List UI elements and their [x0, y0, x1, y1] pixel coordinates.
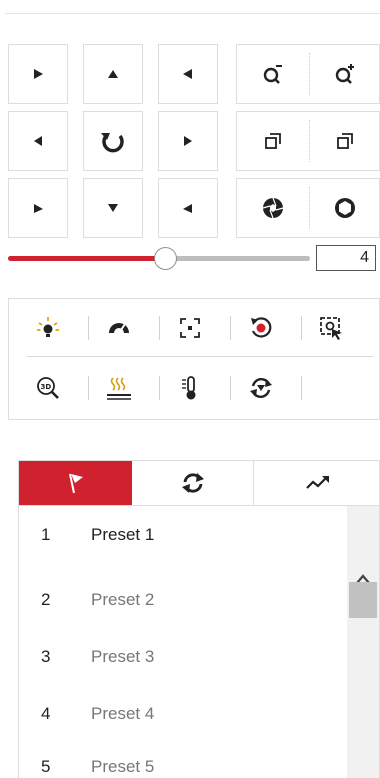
- preset-number: 3: [41, 647, 51, 666]
- refresh-icon: [181, 473, 204, 493]
- auxiliary-focus-button[interactable]: [175, 313, 205, 343]
- trend-line-icon: [305, 476, 329, 489]
- auto-pan-button[interactable]: [83, 111, 143, 171]
- triangle-up-icon: [108, 70, 118, 78]
- preset-name: Preset 1: [91, 525, 155, 544]
- pan-right-button[interactable]: [158, 111, 218, 171]
- preset-name: Preset 5: [91, 757, 155, 776]
- ptz-tabs: [18, 460, 380, 505]
- preset-row[interactable]: 5 Preset 5: [19, 757, 347, 778]
- iris-close-icon: [262, 197, 284, 219]
- preset-row[interactable]: 4 Preset 4: [19, 704, 347, 742]
- triangle-left-icon: [183, 69, 192, 79]
- one-touch-patrol-icon: [250, 377, 272, 399]
- temperature-button[interactable]: [175, 373, 205, 403]
- preset-list: 1 Preset 1 2 Preset 2 3 Preset 3 4 Prese…: [18, 505, 380, 778]
- speed-value: 4: [316, 245, 376, 271]
- manual-tracking-icon: [320, 317, 342, 340]
- preset-name: Preset 2: [91, 590, 155, 609]
- triangle-up-icon: [34, 204, 43, 213]
- focus-near-icon: [265, 133, 281, 149]
- zoom-out-button[interactable]: [237, 45, 309, 103]
- preset-name: Preset 4: [91, 704, 155, 723]
- one-touch-patrol-button[interactable]: [246, 373, 276, 403]
- iris-open-icon: [335, 198, 355, 218]
- iris-close-button[interactable]: [237, 179, 309, 237]
- preset-row[interactable]: 1 Preset 1: [19, 525, 347, 563]
- focus-control-group: [236, 111, 380, 171]
- svg-text:3D: 3D: [41, 383, 52, 391]
- focus-near-button[interactable]: [237, 112, 309, 170]
- light-icon: [37, 317, 59, 337]
- heater-icon: [107, 377, 131, 400]
- scroll-thumb[interactable]: [349, 582, 377, 618]
- function-row-divider: [27, 356, 373, 357]
- triangle-up-left-icon: [183, 204, 192, 213]
- pan-up-right-button[interactable]: [158, 44, 218, 104]
- 3d-positioning-icon: 3D: [37, 377, 59, 399]
- rotate-icon: [101, 133, 124, 153]
- pan-left-button[interactable]: [8, 111, 68, 171]
- preset-number: 5: [41, 757, 51, 776]
- tab-patrol[interactable]: [132, 461, 254, 505]
- triangle-right-icon: [184, 136, 192, 146]
- zoom-in-icon: [335, 64, 354, 84]
- ptz-control-panel: 4 3D 1 Preset 1 2 Preset 2 3 Preset 3 4 …: [0, 0, 380, 778]
- preset-name: Preset 3: [91, 647, 155, 666]
- preset-row[interactable]: 3 Preset 3: [19, 647, 347, 685]
- list-scrollbar[interactable]: [347, 506, 379, 778]
- 3d-positioning-button[interactable]: 3D: [33, 373, 63, 403]
- iris-control-group: [236, 178, 380, 238]
- preset-number: 2: [41, 590, 51, 609]
- function-panel: 3D: [8, 298, 380, 420]
- tab-preset[interactable]: [19, 461, 132, 505]
- slider-thumb[interactable]: [154, 247, 178, 270]
- auxiliary-focus-icon: [180, 318, 200, 338]
- zoom-control-group: [236, 44, 380, 104]
- iris-open-button[interactable]: [309, 179, 380, 237]
- tilt-down-button[interactable]: [83, 178, 143, 238]
- heater-button[interactable]: [104, 373, 134, 403]
- pan-down-right-button[interactable]: [158, 178, 218, 238]
- lens-initialization-icon: [251, 317, 272, 338]
- preset-number: 4: [41, 704, 51, 723]
- ptz-speed-slider[interactable]: [8, 244, 310, 274]
- preset-number: 1: [41, 525, 51, 544]
- focus-far-button[interactable]: [309, 112, 380, 170]
- zoom-out-icon: [263, 65, 282, 84]
- wiper-icon: [109, 323, 129, 334]
- pan-down-left-button[interactable]: [8, 178, 68, 238]
- focus-far-icon: [337, 133, 353, 149]
- panel-top-border: [5, 13, 380, 14]
- preset-row[interactable]: 2 Preset 2: [19, 590, 347, 628]
- wiper-button[interactable]: [104, 313, 134, 343]
- temperature-icon: [182, 376, 196, 400]
- triangle-right-icon: [34, 69, 43, 79]
- tilt-up-button[interactable]: [83, 44, 143, 104]
- light-button[interactable]: [33, 313, 63, 343]
- triangle-left-icon: [34, 136, 42, 146]
- manual-tracking-button[interactable]: [316, 313, 346, 343]
- zoom-in-button[interactable]: [309, 45, 380, 103]
- slider-fill: [8, 256, 166, 261]
- lens-initialization-button[interactable]: [246, 313, 276, 343]
- triangle-down-icon: [108, 204, 118, 212]
- pan-up-left-button[interactable]: [8, 44, 68, 104]
- tab-pattern[interactable]: [254, 461, 380, 505]
- flag-icon: [68, 473, 83, 494]
